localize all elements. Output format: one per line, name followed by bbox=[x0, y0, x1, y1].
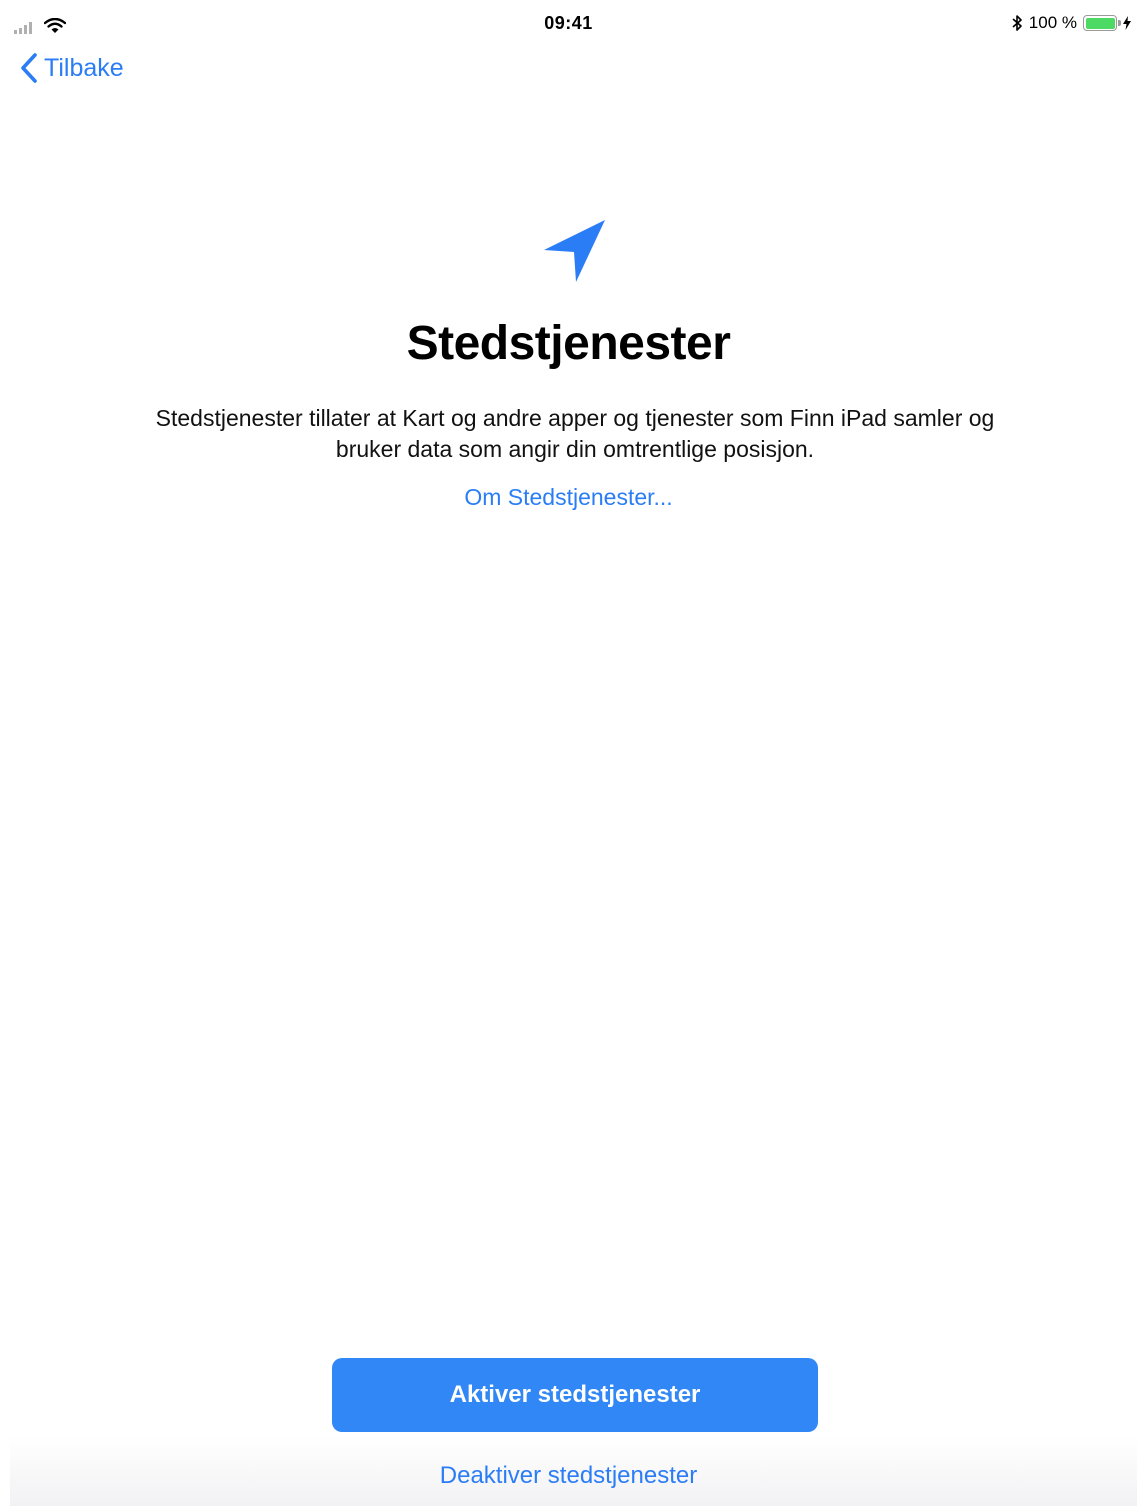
page-title: Stedstjenester bbox=[406, 317, 731, 370]
chevron-left-icon bbox=[21, 53, 37, 83]
battery-cap bbox=[1118, 20, 1121, 26]
about-location-services-link[interactable]: Om Stedstjenester... bbox=[0, 484, 1137, 511]
battery-fill bbox=[1085, 17, 1115, 29]
enable-location-services-button[interactable]: Aktiver stedstjenester bbox=[332, 1358, 818, 1432]
location-arrow-icon bbox=[544, 220, 605, 282]
battery-icon bbox=[1083, 15, 1121, 31]
description-text: Stedstjenester tillater at Kart og andre… bbox=[155, 405, 995, 462]
screen: 09:41 100 % Tilbake Stedstjenester Steds… bbox=[0, 0, 1137, 1506]
bluetooth-icon bbox=[1012, 15, 1022, 31]
status-right: 100 % bbox=[1011, 13, 1131, 33]
battery-percent: 100 % bbox=[1028, 13, 1077, 32]
status-time: 09:41 bbox=[544, 13, 593, 33]
back-button[interactable]: Tilbake bbox=[20, 52, 124, 84]
back-label: Tilbake bbox=[44, 53, 124, 82]
enable-button-label: Aktiver stedstjenester bbox=[449, 1381, 701, 1408]
disable-location-services-link[interactable]: Deaktiver stedstjenester bbox=[0, 1462, 1137, 1490]
status-bar: 09:41 100 % bbox=[0, 0, 1137, 48]
charging-icon bbox=[1123, 16, 1131, 30]
